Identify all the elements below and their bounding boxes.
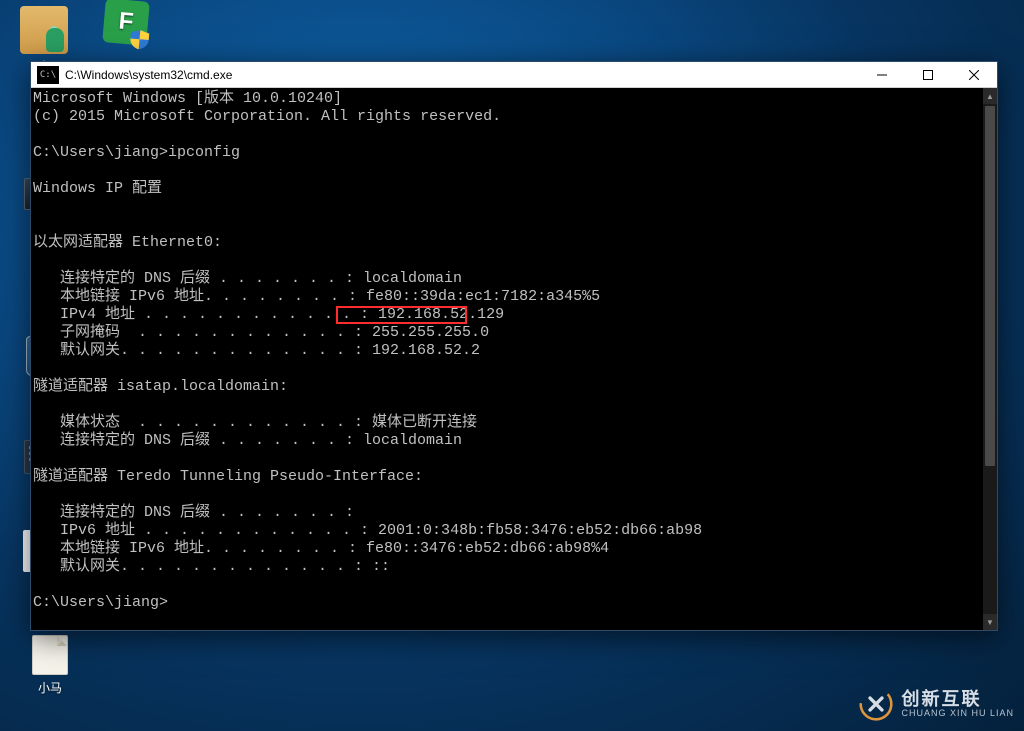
watermark: 创新互联 CHUANG XIN HU LIAN	[859, 687, 1014, 721]
watermark-title: 创新互联	[901, 690, 1014, 709]
cmd-icon: C:\	[37, 66, 59, 84]
desktop-icon-textfile[interactable]: 小马	[20, 635, 80, 696]
scrollbar-down-arrow[interactable]: ▼	[983, 614, 997, 630]
terminal-scrollbar[interactable]: ▲ ▼	[983, 88, 997, 630]
desktop-icon-label: 小马	[20, 679, 80, 696]
scrollbar-thumb[interactable]	[985, 106, 995, 466]
user-folder-icon	[20, 6, 68, 54]
uac-shield-icon	[128, 26, 152, 52]
terminal-area: Microsoft Windows [版本 10.0.10240] (c) 20…	[31, 88, 997, 630]
close-button[interactable]	[951, 62, 997, 88]
maximize-button[interactable]	[905, 62, 951, 88]
watermark-logo-icon	[859, 687, 893, 721]
textfile-icon	[32, 635, 68, 675]
minimize-button[interactable]	[859, 62, 905, 88]
window-titlebar[interactable]: C:\ C:\Windows\system32\cmd.exe	[31, 62, 997, 88]
window-title: C:\Windows\system32\cmd.exe	[65, 68, 232, 82]
scrollbar-up-arrow[interactable]: ▲	[983, 88, 997, 104]
desktop-icon-fiddler[interactable]: F	[96, 0, 156, 48]
fiddler-icon: F	[102, 0, 150, 46]
cmd-window: C:\ C:\Windows\system32\cmd.exe Microsof…	[30, 61, 998, 631]
terminal-output[interactable]: Microsoft Windows [版本 10.0.10240] (c) 20…	[31, 88, 983, 630]
watermark-subtitle: CHUANG XIN HU LIAN	[901, 709, 1014, 718]
ipv4-highlight-box	[336, 306, 467, 324]
